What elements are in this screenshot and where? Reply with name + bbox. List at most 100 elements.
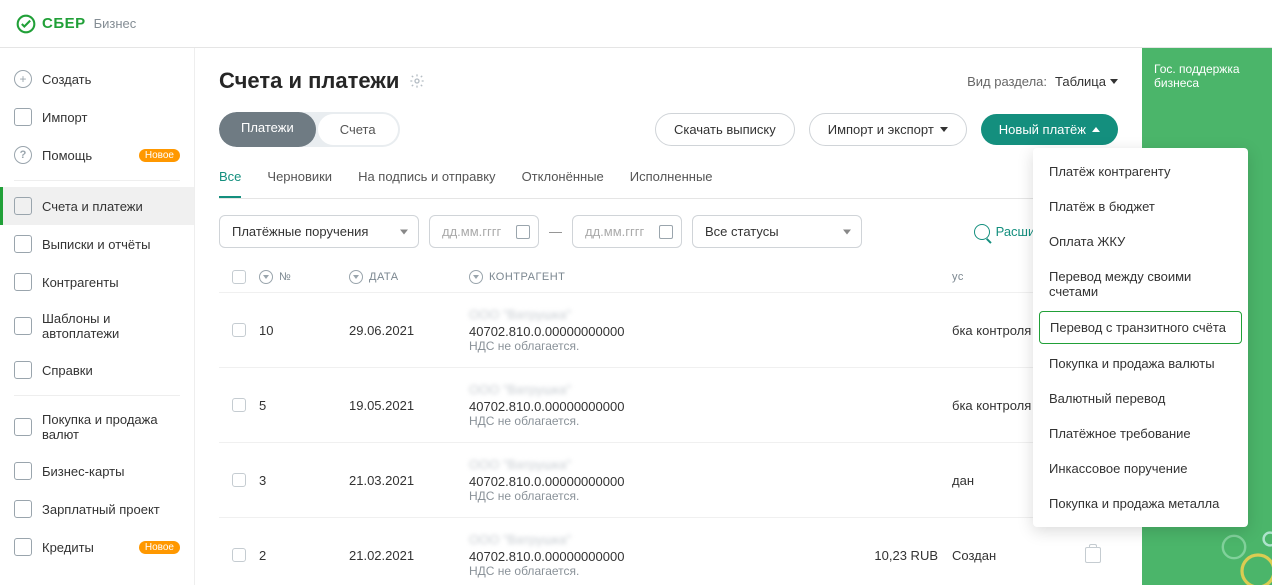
tab-executed[interactable]: Исполненные — [630, 163, 713, 198]
download-statement-button[interactable]: Скачать выписку — [655, 113, 795, 146]
row-checkbox[interactable] — [232, 473, 246, 487]
sidebar-item-label: Контрагенты — [42, 275, 119, 290]
sidebar-item-payroll[interactable]: Зарплатный проект — [0, 490, 194, 528]
sidebar-item-label: Шаблоны и автоплатежи — [42, 311, 180, 341]
col-num-label: № — [279, 271, 291, 283]
date-to-input[interactable]: дд.мм.гггг — [572, 215, 682, 248]
download-label: Скачать выписку — [674, 122, 776, 137]
search-icon — [974, 224, 990, 240]
row-checkbox[interactable] — [232, 323, 246, 337]
dd-item-metal[interactable]: Покупка и продажа металла — [1033, 486, 1248, 521]
card-icon — [14, 462, 32, 480]
dd-item-transit[interactable]: Перевод с транзитного счёта — [1039, 311, 1242, 344]
sort-contr-icon[interactable] — [469, 270, 483, 284]
row-status: Создан — [938, 548, 1068, 563]
tab-drafts[interactable]: Черновики — [267, 163, 332, 198]
seg-payments[interactable]: Платежи — [219, 112, 316, 147]
gear-icon[interactable] — [409, 73, 425, 89]
tab-all[interactable]: Все — [219, 163, 241, 198]
badge-new: Новое — [139, 541, 180, 554]
row-date: 29.06.2021 — [349, 323, 469, 338]
row-checkbox[interactable] — [232, 398, 246, 412]
chevron-up-icon — [1092, 127, 1100, 132]
row-name: ООО "Ватрушка" — [469, 382, 624, 397]
logo-brand: СБЕР — [42, 15, 86, 32]
sidebar-item-fx[interactable]: Покупка и продажа валют — [0, 402, 194, 452]
date-dash: — — [549, 224, 562, 239]
table-header: № ДАТА КОНТРАГЕНТ ус — [219, 262, 1118, 292]
dd-item-fx-transfer[interactable]: Валютный перевод — [1033, 381, 1248, 416]
dd-item-collection[interactable]: Инкассовое поручение — [1033, 451, 1248, 486]
dd-item-budget[interactable]: Платёж в бюджет — [1033, 189, 1248, 224]
sidebar-item-label: Бизнес-карты — [42, 464, 124, 479]
table-row[interactable]: 2 21.02.2021 ООО "Ватрушка" 40702.810.0.… — [219, 517, 1118, 585]
sidebar-help[interactable]: Помощь Новое — [0, 136, 194, 174]
view-mode-label: Вид раздела: — [967, 74, 1047, 89]
dd-item-counterparty[interactable]: Платёж контрагенту — [1033, 154, 1248, 189]
logo-sub: Бизнес — [94, 16, 137, 31]
row-name: ООО "Ватрушка" — [469, 307, 624, 322]
view-mode-value: Таблица — [1055, 74, 1106, 89]
question-circle-icon — [14, 146, 32, 164]
row-sum: 10,23 RUB — [828, 548, 938, 563]
people-icon — [14, 273, 32, 291]
sidebar-import-label: Импорт — [42, 110, 87, 125]
sort-date-icon[interactable] — [349, 270, 363, 284]
sidebar-item-cards[interactable]: Бизнес-карты — [0, 452, 194, 490]
promo-line2: бизнеса — [1154, 76, 1260, 90]
promo-line1: Гос. поддержка — [1154, 62, 1260, 76]
col-date-label: ДАТА — [369, 271, 399, 283]
new-payment-dropdown: Платёж контрагенту Платёж в бюджет Оплат… — [1033, 148, 1248, 527]
status-select[interactable]: Все статусы — [692, 215, 862, 248]
calendar-icon — [516, 225, 530, 239]
sidebar-item-templates[interactable]: Шаблоны и автоплатежи — [0, 301, 194, 351]
sort-num-icon[interactable] — [259, 270, 273, 284]
reference-icon — [14, 361, 32, 379]
sidebar-item-label: Зарплатный проект — [42, 502, 160, 517]
import-icon — [14, 108, 32, 126]
import-export-button[interactable]: Импорт и экспорт — [809, 113, 967, 146]
new-payment-button[interactable]: Новый платёж — [981, 114, 1118, 145]
dd-item-fx-trade[interactable]: Покупка и продажа валюты — [1033, 346, 1248, 381]
report-icon — [14, 235, 32, 253]
sidebar-item-label: Выписки и отчёты — [42, 237, 150, 252]
sidebar-item-label: Счета и платежи — [42, 199, 143, 214]
sidebar-create-label: Создать — [42, 72, 91, 87]
trash-icon[interactable] — [1085, 547, 1101, 563]
logo[interactable]: СБЕР Бизнес — [16, 14, 136, 34]
date-from-input[interactable]: дд.мм.гггг — [429, 215, 539, 248]
sidebar-item-credits[interactable]: Кредиты Новое — [0, 528, 194, 566]
view-mode-select[interactable]: Таблица — [1055, 74, 1118, 89]
tab-sign-send[interactable]: На подпись и отправку — [358, 163, 496, 198]
sidebar-create[interactable]: Создать — [0, 60, 194, 98]
row-date: 19.05.2021 — [349, 398, 469, 413]
row-vat: НДС не облагается. — [469, 339, 624, 353]
sidebar-item-counterparties[interactable]: Контрагенты — [0, 263, 194, 301]
page-title: Счета и платежи — [219, 68, 399, 94]
seg-accounts[interactable]: Счета — [318, 114, 398, 145]
sidebar-separator — [14, 395, 180, 396]
calendar-icon — [659, 225, 673, 239]
row-checkbox[interactable] — [232, 548, 246, 562]
sidebar-help-label: Помощь — [42, 148, 92, 163]
topbar: СБЕР Бизнес — [0, 0, 1272, 48]
sidebar-item-statements[interactable]: Выписки и отчёты — [0, 225, 194, 263]
sidebar-import[interactable]: Импорт — [0, 98, 194, 136]
row-num: 10 — [259, 323, 349, 338]
select-all-checkbox[interactable] — [232, 270, 246, 284]
sidebar-item-label: Покупка и продажа валют — [42, 412, 180, 442]
row-num: 2 — [259, 548, 349, 563]
tab-rejected[interactable]: Отклонённые — [522, 163, 604, 198]
doc-type-select[interactable]: Платёжные поручения — [219, 215, 419, 248]
table-row[interactable]: 5 19.05.2021 ООО "Ватрушка" 40702.810.0.… — [219, 367, 1118, 442]
dd-item-utilities[interactable]: Оплата ЖКУ — [1033, 224, 1248, 259]
dd-item-payment-request[interactable]: Платёжное требование — [1033, 416, 1248, 451]
sidebar-item-accounts-payments[interactable]: Счета и платежи — [0, 187, 194, 225]
sidebar-item-references[interactable]: Справки — [0, 351, 194, 389]
table-row[interactable]: 10 29.06.2021 ООО "Ватрушка" 40702.810.0… — [219, 292, 1118, 367]
dd-item-own-transfer[interactable]: Перевод между своими счетами — [1033, 259, 1248, 309]
row-name: ООО "Ватрушка" — [469, 532, 624, 547]
segmented-control: Платежи Счета — [219, 112, 400, 147]
row-acct: 40702.810.0.00000000000 — [469, 474, 624, 489]
table-row[interactable]: 3 21.03.2021 ООО "Ватрушка" 40702.810.0.… — [219, 442, 1118, 517]
